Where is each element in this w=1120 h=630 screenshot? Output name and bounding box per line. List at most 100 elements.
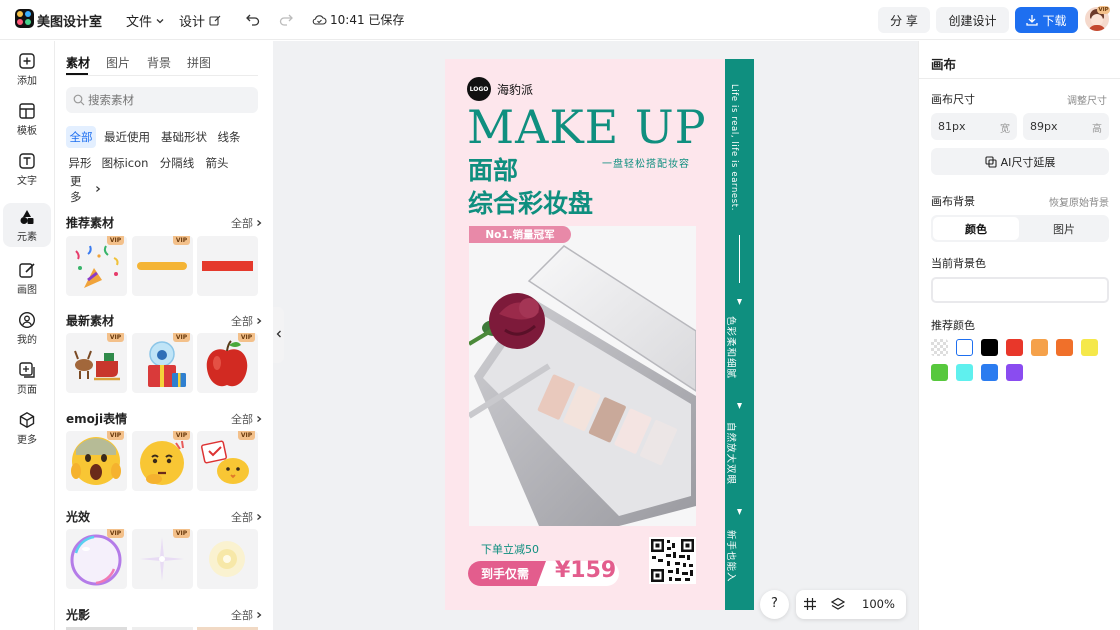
poster-side-item-3[interactable]: 新手也能入 bbox=[725, 530, 739, 583]
poster-discount[interactable]: 下单立减50 bbox=[481, 541, 539, 557]
download-button[interactable]: 下载 bbox=[1015, 7, 1078, 33]
undo-icon[interactable] bbox=[246, 12, 260, 26]
material-tile-sign-emoji[interactable]: VIP bbox=[197, 431, 258, 491]
save-status: 10:41 已保存 bbox=[312, 11, 404, 28]
poster-brand[interactable]: 海豹派 bbox=[497, 81, 533, 98]
swatch-transparent[interactable] bbox=[931, 339, 948, 356]
tab-backgrounds[interactable]: 背景 bbox=[147, 54, 171, 71]
rail-draw[interactable]: 画图 bbox=[3, 256, 51, 300]
swatch-black[interactable] bbox=[981, 339, 998, 356]
swatch-green[interactable] bbox=[931, 364, 948, 381]
see-all-latest[interactable]: 全部 bbox=[231, 313, 263, 329]
poster-title-line1[interactable]: 面部 bbox=[468, 156, 518, 186]
chip-arrows[interactable]: 箭头 bbox=[203, 152, 231, 174]
width-field[interactable]: 81px 宽 bbox=[931, 113, 1017, 140]
poster-subtitle[interactable]: 一盘轻松搭配妆容 bbox=[602, 155, 690, 170]
poster-canvas[interactable]: LOGO 海豹派 MAKE UP 一盘轻松搭配妆容 面部 综合彩妆盘 No1.销… bbox=[445, 59, 754, 610]
poster-logo-badge[interactable]: LOGO bbox=[467, 77, 491, 101]
chip-more[interactable]: 更多 bbox=[66, 174, 102, 204]
create-design-label: 创建设计 bbox=[948, 13, 997, 28]
section-title-light-effects: 光效 bbox=[66, 510, 91, 524]
tab-collage[interactable]: 拼图 bbox=[187, 54, 211, 71]
swatch-red[interactable] bbox=[1006, 339, 1023, 356]
swatch-yellow[interactable] bbox=[1081, 339, 1098, 356]
chip-irregular[interactable]: 异形 bbox=[66, 152, 94, 174]
material-tile-apple[interactable]: VIP bbox=[197, 333, 258, 393]
resize-link[interactable]: 调整尺寸 bbox=[1067, 92, 1107, 107]
product-photo[interactable] bbox=[469, 226, 696, 526]
material-tile-confetti[interactable]: VIP bbox=[66, 236, 127, 296]
see-all-light-effects[interactable]: 全部 bbox=[231, 509, 263, 525]
ai-extend-button[interactable]: AI尺寸延展 bbox=[931, 148, 1109, 175]
chip-basic-shapes[interactable]: 基础形状 bbox=[159, 126, 209, 148]
poster-side-quote[interactable]: Life is real, life is earnest. bbox=[729, 84, 739, 211]
poster-bestseller-badge[interactable]: No1.销量冠军 bbox=[469, 226, 571, 243]
rail-page[interactable]: 页面 bbox=[3, 356, 51, 400]
material-tile-bubble[interactable]: VIP bbox=[66, 529, 127, 589]
material-tile-snow-globe[interactable]: VIP bbox=[132, 333, 193, 393]
tab-images[interactable]: 图片 bbox=[106, 54, 130, 71]
rail-element[interactable]: 元素 bbox=[3, 203, 51, 247]
vip-badge: VIP bbox=[238, 431, 255, 440]
chip-icons[interactable]: 图标icon bbox=[102, 152, 149, 174]
rail-mine[interactable]: 我的 bbox=[3, 306, 51, 350]
bg-image-tab[interactable]: 图片 bbox=[1021, 217, 1107, 240]
chip-lines[interactable]: 线条 bbox=[215, 126, 243, 148]
material-tile-glow[interactable] bbox=[197, 529, 258, 589]
bg-color-tab[interactable]: 颜色 bbox=[933, 217, 1019, 240]
panel-title: 画布 bbox=[931, 57, 957, 72]
layers-icon[interactable] bbox=[831, 597, 845, 611]
redo-icon[interactable] bbox=[279, 12, 293, 26]
restore-bg-link[interactable]: 恢复原始背景 bbox=[1049, 194, 1109, 209]
poster-price-label[interactable]: 到手仅需 bbox=[468, 561, 546, 586]
chip-recent[interactable]: 最近使用 bbox=[102, 126, 152, 148]
material-tile-red-bar[interactable] bbox=[197, 236, 258, 296]
poster-price[interactable]: ¥159 bbox=[555, 558, 616, 583]
material-tile-sparkle[interactable]: VIP bbox=[132, 529, 193, 589]
poster-headline[interactable]: MAKE UP bbox=[467, 102, 707, 152]
swatch-cyan[interactable] bbox=[956, 364, 973, 381]
create-design-button[interactable]: 创建设计 bbox=[936, 7, 1009, 33]
help-button[interactable]: ? bbox=[760, 590, 789, 619]
see-all-emoji[interactable]: 全部 bbox=[231, 411, 263, 427]
ai-extend-label: AI尺寸延展 bbox=[1000, 155, 1056, 169]
design-menu[interactable]: 设计 bbox=[179, 11, 221, 30]
material-tile-reindeer-sleigh[interactable]: VIP bbox=[66, 333, 127, 393]
app-logo-icon[interactable] bbox=[15, 9, 34, 28]
swatch-light-orange[interactable] bbox=[1031, 339, 1048, 356]
material-tile-brush-stroke[interactable]: VIP bbox=[132, 236, 193, 296]
rail-more[interactable]: 更多 bbox=[3, 406, 51, 450]
chip-dividers[interactable]: 分隔线 bbox=[157, 152, 197, 174]
file-menu[interactable]: 文件 bbox=[126, 11, 165, 30]
rail-text[interactable]: 文字 bbox=[3, 147, 51, 191]
material-tile-thinking-emoji[interactable]: VIP bbox=[132, 431, 193, 491]
zoom-level[interactable]: 100% bbox=[862, 597, 895, 611]
width-value: 81px bbox=[938, 120, 966, 133]
see-all-label: 全部 bbox=[231, 315, 253, 328]
swatch-purple[interactable] bbox=[1006, 364, 1023, 381]
poster-title-line2[interactable]: 综合彩妆盘 bbox=[468, 189, 593, 219]
see-all-light-shadow[interactable]: 全部 bbox=[231, 607, 263, 623]
current-bg-color-field[interactable] bbox=[931, 277, 1109, 303]
grid-icon[interactable] bbox=[803, 597, 817, 611]
tab-materials[interactable]: 素材 bbox=[66, 54, 90, 71]
rail-template[interactable]: 模板 bbox=[3, 97, 51, 141]
collapse-panel-handle[interactable] bbox=[273, 307, 284, 363]
poster-side-item-1[interactable]: 色彩柔和细腻 bbox=[725, 316, 739, 379]
swatch-orange[interactable] bbox=[1056, 339, 1073, 356]
share-button[interactable]: 分 享 bbox=[878, 7, 930, 33]
search-field[interactable] bbox=[66, 87, 258, 113]
bg-type-toggle: 颜色 图片 bbox=[931, 215, 1109, 242]
swatch-white[interactable] bbox=[956, 339, 973, 356]
height-field[interactable]: 89px 高 bbox=[1023, 113, 1109, 140]
material-tile-shocked-emoji[interactable]: VIP bbox=[66, 431, 127, 491]
rail-add-label: 添加 bbox=[17, 75, 37, 87]
qr-code[interactable] bbox=[649, 537, 696, 584]
poster-side-item-2[interactable]: 自然放大双眼 bbox=[725, 422, 739, 485]
see-all-recommended[interactable]: 全部 bbox=[231, 215, 263, 231]
rail-add[interactable]: 添加 bbox=[3, 47, 51, 91]
chip-all[interactable]: 全部 bbox=[66, 126, 96, 148]
search-input[interactable] bbox=[88, 91, 248, 109]
swatch-blue[interactable] bbox=[981, 364, 998, 381]
rail-mine-label: 我的 bbox=[17, 334, 37, 346]
